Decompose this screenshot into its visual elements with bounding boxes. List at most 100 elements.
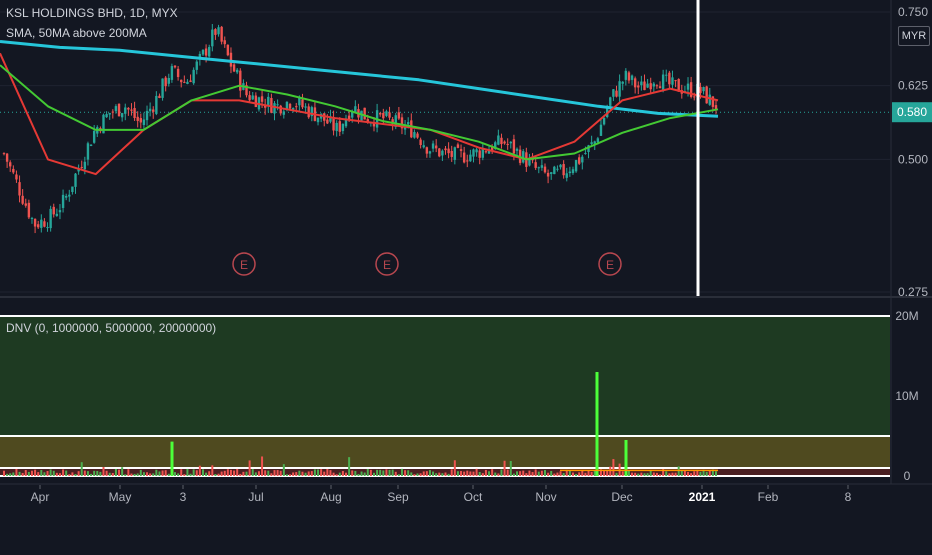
time-tick-label-10: Feb <box>758 490 779 504</box>
candle-body <box>276 104 279 106</box>
volume-bar <box>690 473 693 476</box>
candle-body <box>512 139 516 154</box>
candle-body <box>661 74 665 91</box>
time-tick-label-4: Aug <box>320 490 341 504</box>
candle-body <box>279 105 282 114</box>
volume-bar <box>86 471 89 476</box>
candle-body <box>2 153 6 155</box>
volume-spike-0 <box>595 372 599 476</box>
candle-body <box>658 86 662 89</box>
candle-body <box>655 85 659 87</box>
volume-bar <box>606 470 609 476</box>
candle-body <box>164 77 167 87</box>
volume-bar <box>77 471 80 476</box>
volume-bar <box>37 472 40 476</box>
candle-body <box>450 150 453 157</box>
volume-tick-label-0: 20M <box>895 309 918 323</box>
candle-body <box>668 72 671 85</box>
volume-bar <box>167 473 170 476</box>
volume-bar <box>24 470 27 476</box>
volume-bar <box>152 473 155 476</box>
candle-body <box>699 86 702 93</box>
candle-body <box>189 80 192 82</box>
dnv-legend[interactable]: DNV (0, 1000000, 5000000, 20000000) <box>6 321 216 335</box>
candle-body <box>295 106 298 108</box>
volume-bar <box>516 471 519 476</box>
candle-body <box>456 144 460 148</box>
volume-bar <box>372 472 375 476</box>
volume-bar <box>351 470 354 476</box>
volume-bar <box>562 473 565 476</box>
volume-bar <box>575 474 578 476</box>
volume-bar <box>503 460 506 476</box>
candle-body <box>40 219 43 228</box>
candle-body <box>500 137 503 145</box>
volume-bar <box>559 471 562 476</box>
volume-bar <box>220 471 223 476</box>
candle-body <box>83 161 87 170</box>
volume-bar <box>519 471 522 476</box>
volume-bar <box>494 472 497 476</box>
volume-bar <box>388 469 391 476</box>
candle-body <box>615 90 618 97</box>
sma-legend[interactable]: SMA, 50MA above 200MA <box>6 26 147 40</box>
candle-body <box>24 203 27 206</box>
volume-bar <box>488 471 491 476</box>
candle-body <box>621 81 624 84</box>
volume-bar <box>49 469 52 476</box>
earnings-label-0: E <box>240 258 248 272</box>
volume-bar <box>590 472 593 476</box>
candle-body <box>515 148 519 151</box>
volume-bar <box>201 469 204 476</box>
candle-body <box>195 61 198 70</box>
volume-bar <box>687 472 690 476</box>
candle-body <box>27 202 31 218</box>
candle-body <box>235 69 239 73</box>
volume-bar <box>133 473 136 476</box>
candle-body <box>260 96 264 102</box>
candle-body <box>599 124 603 136</box>
candle-body <box>12 168 15 173</box>
candle-body <box>506 143 509 145</box>
candle-body <box>602 117 606 125</box>
volume-bar <box>18 471 21 476</box>
time-tick-label-8: Dec <box>611 490 632 504</box>
volume-bar <box>540 470 543 476</box>
candle-body <box>646 83 649 88</box>
time-tick-label-2: 3 <box>180 490 187 504</box>
volume-bar <box>242 471 245 476</box>
candle-body <box>406 122 410 125</box>
volume-bar <box>34 469 37 476</box>
candle-body <box>30 217 34 219</box>
candle-body <box>472 149 475 157</box>
volume-bar <box>236 468 239 476</box>
volume-bar <box>58 473 61 476</box>
volume-bar <box>354 470 357 476</box>
volume-bar <box>149 473 152 476</box>
volume-bar <box>90 473 93 476</box>
candle-body <box>665 74 668 76</box>
candle-body <box>71 186 74 193</box>
candle-body <box>643 81 646 91</box>
chart-canvas[interactable]: E E E 0.750 0.625 0.500 0.275 0.580 20M 10M 0 Apr M… <box>0 0 932 550</box>
volume-bar <box>323 471 326 476</box>
sma-indicator-label: SMA, 50MA above 200MA <box>6 26 147 40</box>
candle-body <box>55 213 59 216</box>
currency-button[interactable]: MYR <box>898 26 930 46</box>
volume-bar <box>251 469 254 476</box>
candle-body <box>584 153 587 155</box>
candle-body <box>379 113 382 115</box>
symbol-legend[interactable]: KSL HOLDINGS BHD, 1D, MYX <box>6 6 178 20</box>
volume-bar <box>229 469 232 476</box>
volume-bar <box>345 472 348 476</box>
volume-bar <box>438 472 441 476</box>
time-tick-label-3: Jul <box>248 490 263 504</box>
candle-body <box>248 95 251 101</box>
candle-body <box>624 70 628 80</box>
candle-body <box>220 26 223 42</box>
volume-bar <box>603 470 606 476</box>
candle-body <box>385 111 388 116</box>
volume-bar <box>394 471 397 476</box>
candle-body <box>543 166 547 173</box>
candle-body <box>332 117 335 131</box>
